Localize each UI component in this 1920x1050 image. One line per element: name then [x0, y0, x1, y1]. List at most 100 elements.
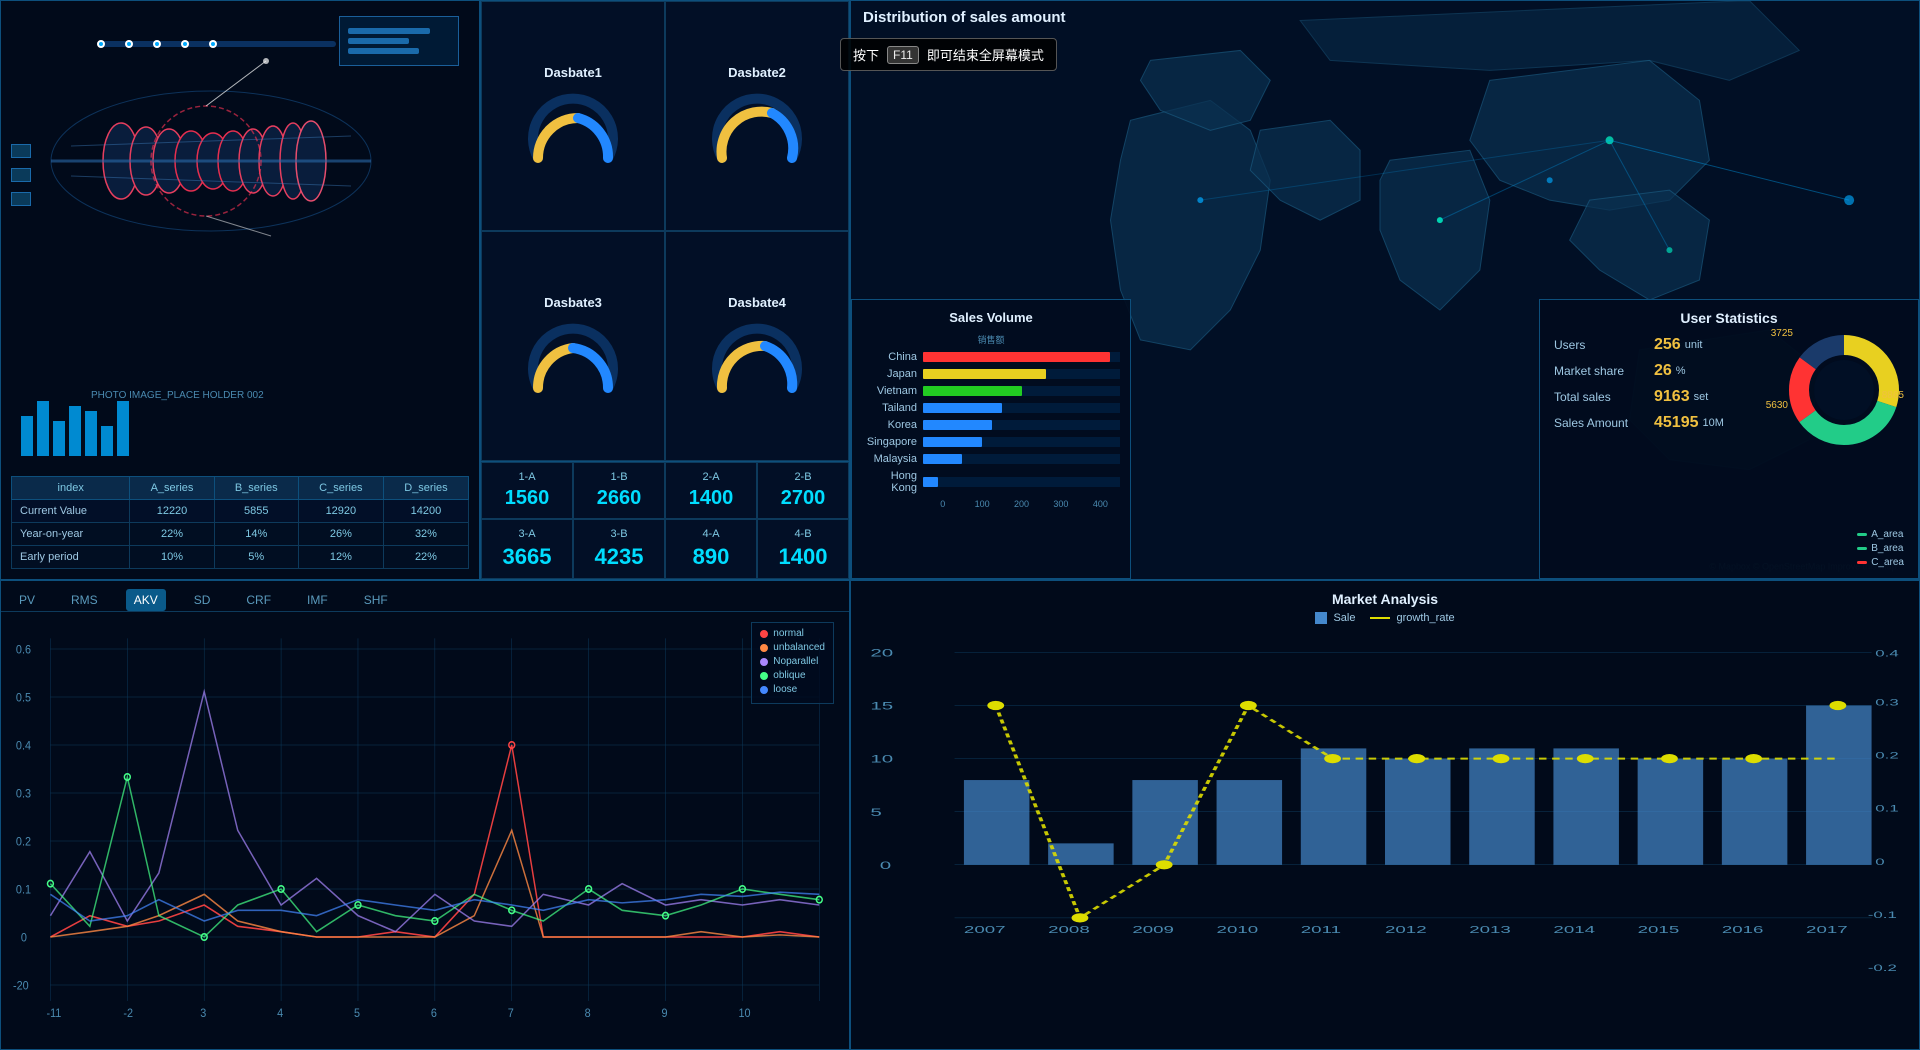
- legend-growth-label: growth_rate: [1397, 612, 1455, 624]
- annotation-3725: 3725: [1771, 328, 1793, 339]
- sv-bar-fill-7: [923, 477, 938, 487]
- tab-rms[interactable]: RMS: [63, 589, 106, 611]
- mini-bar-5: [85, 411, 97, 456]
- mini-bar-chart: [21, 396, 129, 456]
- svg-text:0: 0: [21, 932, 27, 944]
- market-chart-container: 20 15 10 5 0 0.4 0.3 0.2 0.1 0 -0.1 -0.2: [861, 632, 1909, 1020]
- us-value-1: 26: [1654, 362, 1672, 380]
- svg-text:0.6: 0.6: [16, 644, 31, 656]
- us-row-0: Users 256 unit: [1554, 336, 1764, 354]
- svg-text:4: 4: [277, 1008, 283, 1020]
- svg-text:-2: -2: [123, 1008, 133, 1020]
- legend-dot-unbalanced: [760, 644, 768, 652]
- sv-row-5: Singapore: [862, 436, 1120, 448]
- legend-label-unbalanced: unbalanced: [773, 642, 825, 653]
- tab-shf[interactable]: SHF: [356, 589, 396, 611]
- mini-bar-4: [69, 406, 81, 456]
- svg-text:15: 15: [870, 700, 893, 713]
- legend-sale-label: Sale: [1333, 612, 1355, 624]
- map-title: Distribution of sales amount: [863, 9, 1066, 26]
- legend-dot-normal: [760, 630, 768, 638]
- svg-text:2016: 2016: [1722, 924, 1764, 936]
- legend-label-normal: normal: [773, 628, 804, 639]
- number-cell-0: 1-A 1560: [481, 462, 573, 519]
- svg-text:3: 3: [200, 1008, 206, 1020]
- cell-1-c: 26%: [298, 523, 383, 546]
- legend-a-area: A_area: [1857, 529, 1904, 540]
- tab-pv[interactable]: PV: [11, 589, 43, 611]
- legend-label-a: A_area: [1871, 529, 1903, 540]
- gauges-panel: Dasbate1 Dasbate2 Dasbate3: [480, 0, 850, 580]
- wave-panel: PV RMS AKV SD CRF IMF SHF: [0, 580, 850, 1050]
- svg-text:2017: 2017: [1806, 924, 1848, 936]
- sales-volume-axis: 0 100 200 300 400: [923, 499, 1120, 509]
- tab-crf[interactable]: CRF: [238, 589, 279, 611]
- tab-akv[interactable]: AKV: [126, 589, 166, 611]
- svg-text:5: 5: [870, 806, 881, 819]
- number-cell-4: 3-A 3665: [481, 519, 573, 579]
- us-row-2: Total sales 9163 set: [1554, 388, 1764, 406]
- legend-dot-b: [1857, 547, 1867, 550]
- dashboard: PHOTO IMAGE_PLACE HOLDER 002 index A_ser…: [0, 0, 1920, 1050]
- sv-bar-bg-1: [923, 369, 1120, 379]
- gauge-cell-3: Dasbate3: [481, 231, 665, 461]
- svg-text:-20: -20: [13, 980, 29, 992]
- user-stats-rows: Users 256 unit Market share 26 % Total s…: [1554, 336, 1764, 432]
- tooltip-prefix: 按下: [853, 45, 879, 64]
- sv-bar-bg-7: [923, 477, 1120, 487]
- legend-b-area: B_area: [1857, 543, 1904, 554]
- number-id-5: 3-B: [580, 528, 658, 540]
- svg-text:0.4: 0.4: [1875, 648, 1899, 658]
- sv-row-4: Korea: [862, 419, 1120, 431]
- legend-loose: loose: [760, 684, 825, 695]
- svg-text:0.3: 0.3: [1875, 697, 1898, 707]
- sales-volume-title: Sales Volume: [862, 310, 1120, 325]
- number-id-1: 1-B: [580, 471, 658, 483]
- svg-text:5: 5: [354, 1008, 360, 1020]
- sv-bar-bg-4: [923, 420, 1120, 430]
- mini-bar-7: [117, 401, 129, 456]
- user-stats-panel: User Statistics Users 256 unit Market sh…: [1539, 299, 1919, 579]
- us-unit-0: unit: [1685, 339, 1703, 351]
- number-value-3: 2700: [764, 487, 842, 510]
- svg-text:-11: -11: [46, 1008, 61, 1020]
- legend-label-c: C_area: [1871, 557, 1904, 568]
- col-header-b: B_series: [214, 477, 298, 500]
- cell-0-a: 12220: [130, 500, 214, 523]
- wave-legend: normal unbalanced Noparallel oblique loo…: [751, 622, 834, 704]
- sv-bar-bg-2: [923, 386, 1120, 396]
- svg-text:6: 6: [431, 1008, 437, 1020]
- sv-bar-bg-3: [923, 403, 1120, 413]
- number-cell-7: 4-B 1400: [757, 519, 849, 579]
- us-label-2: Total sales: [1554, 390, 1654, 404]
- number-value-7: 1400: [764, 544, 842, 570]
- sv-country-1: Japan: [862, 368, 917, 380]
- axis-100: 100: [962, 499, 1001, 509]
- number-id-6: 4-A: [672, 528, 750, 540]
- cell-1-b: 14%: [214, 523, 298, 546]
- number-cell-1: 1-B 2660: [573, 462, 665, 519]
- sv-bar-bg-0: [923, 352, 1120, 362]
- tab-imf[interactable]: IMF: [299, 589, 336, 611]
- machine-panel: PHOTO IMAGE_PLACE HOLDER 002 index A_ser…: [0, 0, 480, 580]
- legend-dot-c: [1857, 561, 1867, 564]
- legend-dot-oblique: [760, 672, 768, 680]
- svg-text:2010: 2010: [1217, 924, 1259, 936]
- sv-row-1: Japan: [862, 368, 1120, 380]
- legend-growth-line: [1370, 617, 1390, 619]
- legend-normal: normal: [760, 628, 825, 639]
- number-id-4: 3-A: [488, 528, 566, 540]
- svg-text:7: 7: [508, 1008, 514, 1020]
- sv-country-7: Hong Kong: [862, 470, 917, 494]
- sv-country-6: Malaysia: [862, 453, 917, 465]
- tab-sd[interactable]: SD: [186, 589, 219, 611]
- cell-0-b: 5855: [214, 500, 298, 523]
- sv-row-0: China: [862, 351, 1120, 363]
- legend-sale: Sale: [1315, 612, 1355, 624]
- legend-noparallel: Noparallel: [760, 656, 825, 667]
- svg-text:-0.2: -0.2: [1868, 963, 1897, 973]
- axis-200: 200: [1002, 499, 1041, 509]
- legend-dot-loose: [760, 686, 768, 694]
- number-cell-6: 4-A 890: [665, 519, 757, 579]
- sv-bar-bg-6: [923, 454, 1120, 464]
